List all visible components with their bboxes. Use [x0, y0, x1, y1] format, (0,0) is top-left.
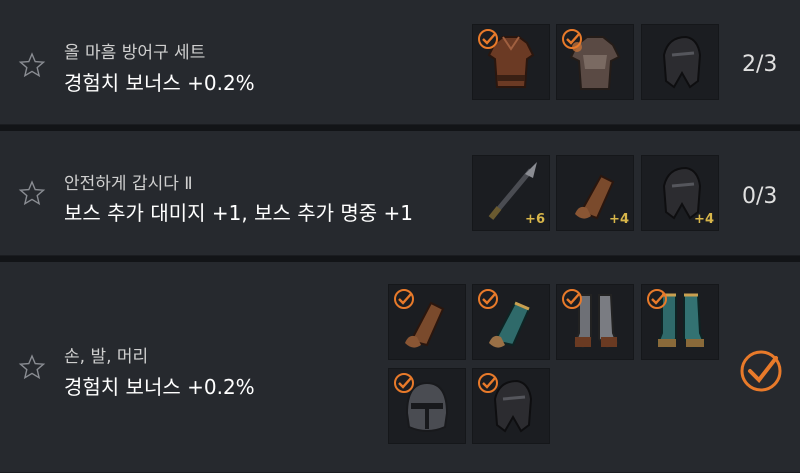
check-icon: [394, 289, 414, 309]
set-progress: 2/3: [742, 52, 778, 77]
check-icon: [562, 289, 582, 309]
item-slot[interactable]: [641, 24, 719, 100]
enhance-level: +4: [609, 212, 629, 227]
item-slot[interactable]: [388, 284, 466, 360]
item-slot[interactable]: [388, 368, 466, 444]
set-title: 안전하게 갑시다 Ⅱ: [64, 174, 193, 194]
item-slot[interactable]: +6: [472, 155, 550, 231]
set-row[interactable]: 올 마흠 방어구 세트 경험치 보너스 +0.2% 2/3: [0, 0, 800, 125]
star-icon[interactable]: [18, 353, 46, 381]
check-icon: [478, 289, 498, 309]
set-complete-check-icon: [740, 350, 782, 392]
set-row[interactable]: 손, 발, 머리 경험치 보너스 +0.2%: [0, 262, 800, 473]
star-icon[interactable]: [18, 51, 46, 79]
set-bonus: 보스 추가 대미지 +1, 보스 추가 명중 +1: [64, 201, 414, 225]
set-bonus: 경험치 보너스 +0.2%: [64, 375, 255, 399]
set-title: 올 마흠 방어구 세트: [64, 43, 206, 63]
check-icon: [562, 29, 582, 49]
item-slot[interactable]: +4: [641, 155, 719, 231]
item-slot[interactable]: [556, 284, 634, 360]
check-icon: [478, 373, 498, 393]
item-slot[interactable]: +4: [556, 155, 634, 231]
set-bonus: 경험치 보너스 +0.2%: [64, 71, 255, 95]
item-slot[interactable]: [472, 24, 550, 100]
star-icon[interactable]: [18, 179, 46, 207]
set-row[interactable]: 안전하게 갑시다 Ⅱ 보스 추가 대미지 +1, 보스 추가 명중 +1 +6 …: [0, 131, 800, 256]
item-slot[interactable]: [641, 284, 719, 360]
check-icon: [394, 373, 414, 393]
item-slot[interactable]: [472, 368, 550, 444]
check-icon: [647, 289, 667, 309]
set-title: 손, 발, 머리: [64, 347, 149, 367]
set-progress: 0/3: [742, 184, 778, 209]
check-icon: [478, 29, 498, 49]
enhance-level: +6: [525, 212, 545, 227]
item-slot[interactable]: [556, 24, 634, 100]
item-slot[interactable]: [472, 284, 550, 360]
enhance-level: +4: [694, 212, 714, 227]
dark-helmet-icon: [662, 35, 702, 89]
